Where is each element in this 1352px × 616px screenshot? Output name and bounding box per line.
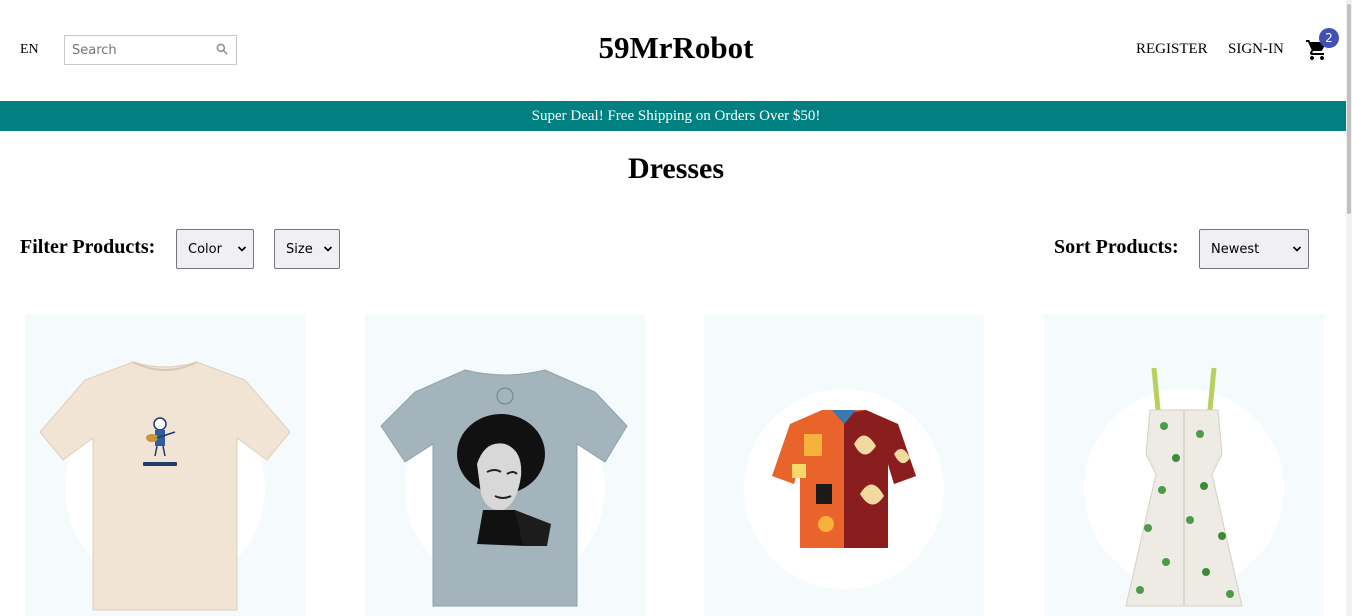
size-filter-value: Size	[286, 241, 313, 257]
sort-products-label: Sort Products:	[1054, 236, 1179, 258]
scrollbar-thumb[interactable]	[1347, 4, 1351, 214]
announcement-text: Super Deal! Free Shipping on Orders Over…	[531, 107, 821, 124]
patterned-shirt-image	[772, 410, 916, 548]
filter-products-label: Filter Products:	[20, 236, 156, 258]
product-card[interactable]	[1044, 314, 1324, 616]
grey-portrait-tshirt-image	[380, 369, 628, 607]
chevron-down-icon	[1292, 246, 1302, 252]
color-filter-select[interactable]: Color	[176, 229, 254, 269]
chevron-down-icon	[323, 246, 333, 252]
search-input[interactable]	[72, 42, 212, 58]
product-card[interactable]	[365, 314, 645, 616]
sort-value: Newest	[1211, 241, 1260, 257]
navbar: EN 59MrRobot REGISTER SIGN-IN 2	[0, 0, 1352, 101]
cream-tshirt-image	[39, 361, 291, 611]
announcement-bar: Super Deal! Free Shipping on Orders Over…	[0, 101, 1352, 131]
register-link[interactable]: REGISTER	[1136, 41, 1208, 58]
language-selector[interactable]: EN	[20, 42, 39, 58]
color-filter-value: Color	[188, 241, 222, 257]
floral-dress-image	[1125, 367, 1243, 607]
cart-count-badge: 2	[1319, 28, 1339, 48]
sort-select[interactable]: Newest	[1199, 229, 1309, 269]
chevron-down-icon	[237, 246, 247, 252]
page-title: Dresses	[627, 152, 725, 185]
product-card[interactable]	[25, 314, 305, 616]
page-scrollbar[interactable]	[1346, 0, 1352, 616]
product-card[interactable]	[704, 314, 984, 616]
size-filter-select[interactable]: Size	[274, 229, 340, 269]
site-logo[interactable]: 59MrRobot	[599, 30, 754, 65]
search-icon[interactable]	[215, 42, 229, 56]
search-container	[64, 35, 237, 65]
signin-link[interactable]: SIGN-IN	[1228, 41, 1284, 58]
